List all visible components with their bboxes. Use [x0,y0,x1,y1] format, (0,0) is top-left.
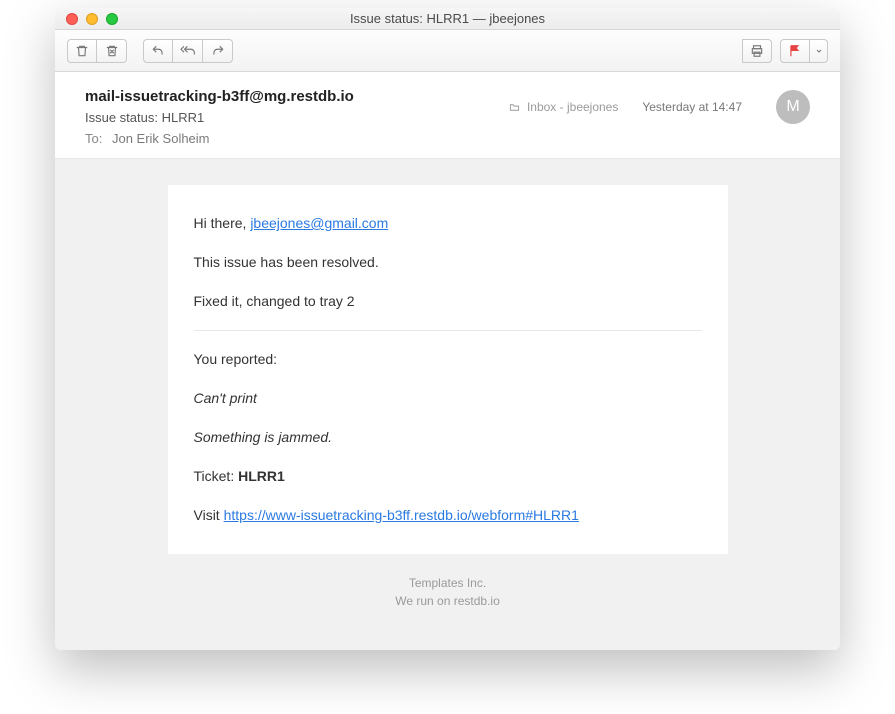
window-controls [55,13,118,25]
reply-all-button[interactable] [173,39,203,63]
zoom-window-button[interactable] [106,13,118,25]
flag-menu-button[interactable] [810,39,828,63]
to-line: To: Jon Erik Solheim [85,131,508,146]
greeting-line: Hi there, jbeejones@gmail.com [194,213,702,234]
ticket-prefix: Ticket: [194,468,239,484]
message-body-area: Hi there, jbeejones@gmail.com This issue… [55,159,840,650]
toolbar [55,30,840,72]
greeting-email-link[interactable]: jbeejones@gmail.com [250,215,388,231]
folder-name: Inbox - jbeejones [527,100,618,114]
divider [194,330,702,331]
avatar[interactable]: M [776,90,810,124]
footer-tagline: We run on restdb.io [55,592,840,610]
visit-link[interactable]: https://www-issuetracking-b3ff.restdb.io… [224,507,579,523]
reply-button[interactable] [143,39,173,63]
print-icon [749,44,765,58]
footer-company: Templates Inc. [55,574,840,592]
flag-button[interactable] [780,39,810,63]
ticket-line: Ticket: HLRR1 [194,466,702,487]
chevron-down-icon [815,47,823,55]
reply-all-icon [179,44,197,58]
subject-line: Issue status: HLRR1 [85,110,508,125]
message-header: mail-issuetracking-b3ff@mg.restdb.io Iss… [55,72,840,159]
avatar-initial: M [786,98,799,116]
message-content: Hi there, jbeejones@gmail.com This issue… [168,185,728,554]
mail-message-window: Issue status: HLRR1 — jbeejones [55,8,840,650]
minimize-window-button[interactable] [86,13,98,25]
junk-button[interactable] [97,39,127,63]
delete-button[interactable] [67,39,97,63]
report-desc: Something is jammed. [194,427,702,448]
junk-icon [105,44,119,58]
greeting-prefix: Hi there, [194,215,251,231]
to-label: To: [85,131,102,146]
folder-indicator[interactable]: Inbox - jbeejones [508,100,618,114]
forward-icon [210,44,226,58]
visit-line: Visit https://www-issuetracking-b3ff.res… [194,505,702,526]
resolved-line: This issue has been resolved. [194,252,702,273]
trash-icon [75,44,89,58]
timestamp: Yesterday at 14:47 [642,100,742,114]
ticket-id: HLRR1 [238,468,285,484]
reported-label: You reported: [194,349,702,370]
window-title: Issue status: HLRR1 — jbeejones [55,11,840,26]
to-recipient[interactable]: Jon Erik Solheim [112,131,210,146]
titlebar: Issue status: HLRR1 — jbeejones [55,8,840,30]
folder-icon [508,102,521,113]
print-button[interactable] [742,39,772,63]
flag-icon [788,44,802,58]
report-title: Can't print [194,388,702,409]
close-window-button[interactable] [66,13,78,25]
footer: Templates Inc. We run on restdb.io [55,574,840,610]
reply-icon [150,44,166,58]
forward-button[interactable] [203,39,233,63]
sender-address[interactable]: mail-issuetracking-b3ff@mg.restdb.io [85,88,508,105]
fix-line: Fixed it, changed to tray 2 [194,291,702,312]
visit-prefix: Visit [194,507,224,523]
